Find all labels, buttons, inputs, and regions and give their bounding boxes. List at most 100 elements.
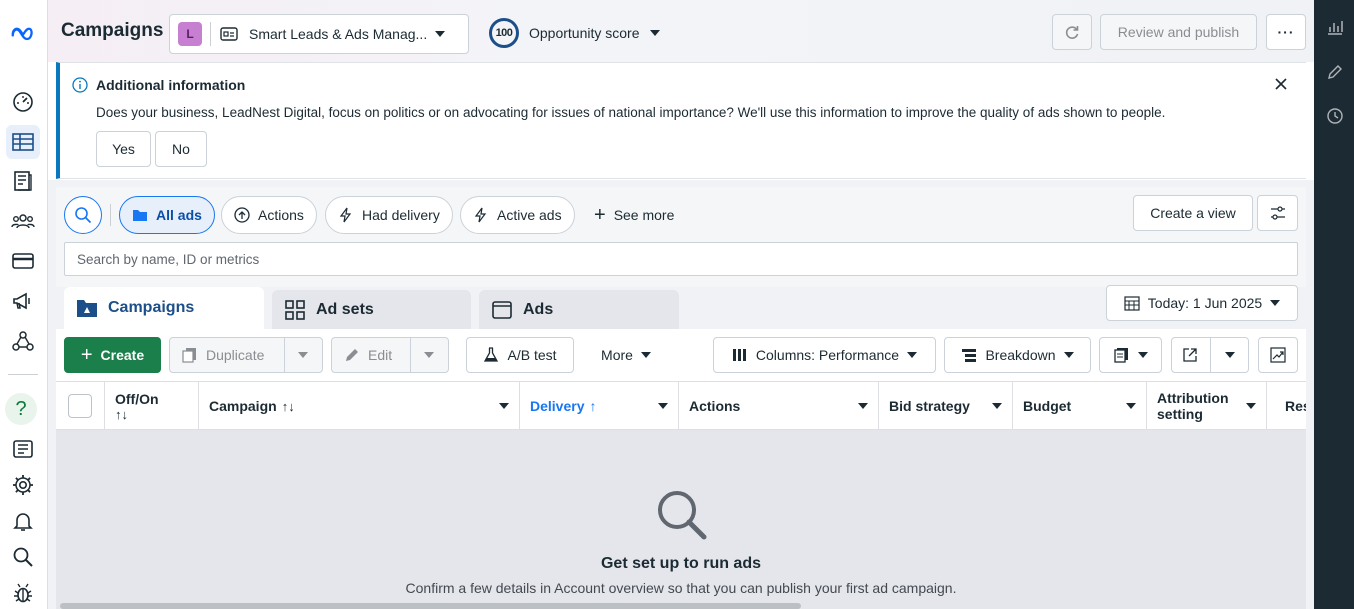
duplicate-icon [182,348,196,363]
upload-circle-icon [234,207,250,223]
refresh-button[interactable] [1052,14,1092,50]
more-dots-icon: ··· [1277,24,1295,40]
chart-view-button[interactable] [1258,337,1298,373]
col-attribution-setting[interactable]: Attribution setting [1147,382,1267,430]
col-budget[interactable]: Budget [1013,382,1147,430]
tab-ad-sets[interactable]: Ad sets [272,290,471,330]
more-options-button[interactable]: ··· [1266,14,1306,50]
yes-button[interactable]: Yes [96,131,151,167]
columns-button[interactable]: Columns: Performance [713,337,936,373]
chevron-down-icon[interactable] [992,403,1002,409]
chevron-down-icon[interactable] [658,403,668,409]
no-button[interactable]: No [155,131,207,167]
search-input[interactable] [64,242,1298,276]
see-more-filters[interactable]: + See more [594,196,674,234]
col-bid-strategy-label: Bid strategy [889,398,970,414]
col-delivery[interactable]: Delivery ↑ [520,382,679,430]
chevron-down-icon [1137,352,1148,358]
chart-icon[interactable] [1326,18,1344,36]
nav-divider [8,374,38,375]
create-label: Create [100,347,145,363]
lightning-icon [339,207,352,223]
create-button[interactable]: + Create [64,337,161,373]
more-menu-button[interactable]: More [586,337,666,373]
tab-campaigns[interactable]: Campaigns [64,287,264,329]
notebook-icon[interactable] [6,432,40,466]
network-icon[interactable] [6,324,40,358]
banner-text: Does your business, LeadNest Digital, fo… [96,105,1166,120]
table-icon[interactable] [6,125,40,159]
duplicate-dropdown-icon[interactable] [298,352,308,358]
opportunity-score-value: 100 [489,18,519,48]
opportunity-score[interactable]: 100 Opportunity score [489,18,660,48]
breakdown-icon [962,349,977,362]
help-icon[interactable]: ? [5,393,37,425]
megaphone-icon[interactable] [6,284,40,318]
chevron-down-icon[interactable] [499,403,509,409]
filter-divider [110,204,111,226]
chevron-down-icon [640,352,651,358]
create-view-button[interactable]: Create a view [1133,195,1253,231]
col-off-on[interactable]: Off/On ↑↓ [105,382,199,430]
edit-dropdown-icon[interactable] [424,352,434,358]
gear-icon[interactable] [6,468,40,502]
sort-icon: ↑↓ [281,398,295,414]
select-all-checkbox[interactable] [68,394,92,418]
pages-icon[interactable] [6,164,40,198]
breakdown-label: Breakdown [985,347,1056,363]
search-toggle-button[interactable] [64,196,102,234]
empty-state-title: Get set up to run ads [600,555,761,572]
close-icon[interactable] [1274,77,1288,91]
columns-icon [732,349,746,361]
chevron-down-icon[interactable] [1126,403,1136,409]
col-campaign[interactable]: Campaign ↑↓ [199,382,520,430]
actions-filter[interactable]: Actions [221,196,317,234]
select-all-cell [56,382,105,430]
pencil-icon[interactable] [1326,63,1344,81]
meta-logo-icon[interactable] [6,16,40,50]
had-delivery-filter[interactable]: Had delivery [325,196,453,234]
tab-campaigns-label: Campaigns [108,299,195,316]
col-attribution-label-line2: setting [1157,406,1203,422]
all-ads-label: All ads [156,207,202,223]
bell-icon[interactable] [6,504,40,538]
col-actions[interactable]: Actions [679,382,879,430]
export-dropdown-icon[interactable] [1225,352,1235,358]
active-ads-filter[interactable]: Active ads [460,196,575,234]
plus-icon: + [594,204,606,226]
ab-test-button[interactable]: A/B test [466,337,574,373]
had-delivery-label: Had delivery [362,207,440,223]
view-settings-button[interactable] [1257,195,1298,231]
gauge-icon[interactable] [6,84,40,118]
date-range-picker[interactable]: Today: 1 Jun 2025 [1106,285,1298,321]
additional-info-banner: Additional information Does your busines… [56,62,1306,179]
chevron-down-icon[interactable] [858,403,868,409]
review-publish-button[interactable]: Review and publish [1100,14,1257,50]
sliders-icon [1270,206,1285,220]
chevron-down-icon[interactable] [1246,403,1256,409]
tab-ad-sets-label: Ad sets [316,301,374,318]
col-bid-strategy[interactable]: Bid strategy [879,382,1013,430]
col-results[interactable]: Res [1267,382,1306,430]
ab-test-label: A/B test [507,347,557,363]
audience-icon[interactable] [6,204,40,238]
reports-icon [1113,348,1128,363]
col-campaign-label: Campaign [209,398,277,414]
all-ads-filter[interactable]: All ads [119,196,215,234]
account-selector[interactable]: L Smart Leads & Ads Manag... [169,14,469,54]
ad-card-icon [492,301,512,319]
billing-icon[interactable] [6,244,40,278]
columns-label: Columns: Performance [755,347,900,363]
reports-button[interactable] [1099,337,1162,373]
folder-icon [133,210,147,221]
date-range-label: Today: 1 Jun 2025 [1147,295,1263,311]
page-title: Campaigns [61,20,164,41]
horizontal-scrollbar[interactable] [60,603,801,609]
history-icon[interactable] [1326,107,1344,125]
split-divider [410,337,411,373]
tab-ads[interactable]: Ads [479,290,679,330]
export-icon [1183,348,1197,362]
trend-chart-icon [1270,347,1286,363]
breakdown-button[interactable]: Breakdown [944,337,1091,373]
left-navigation: ? [0,0,48,609]
